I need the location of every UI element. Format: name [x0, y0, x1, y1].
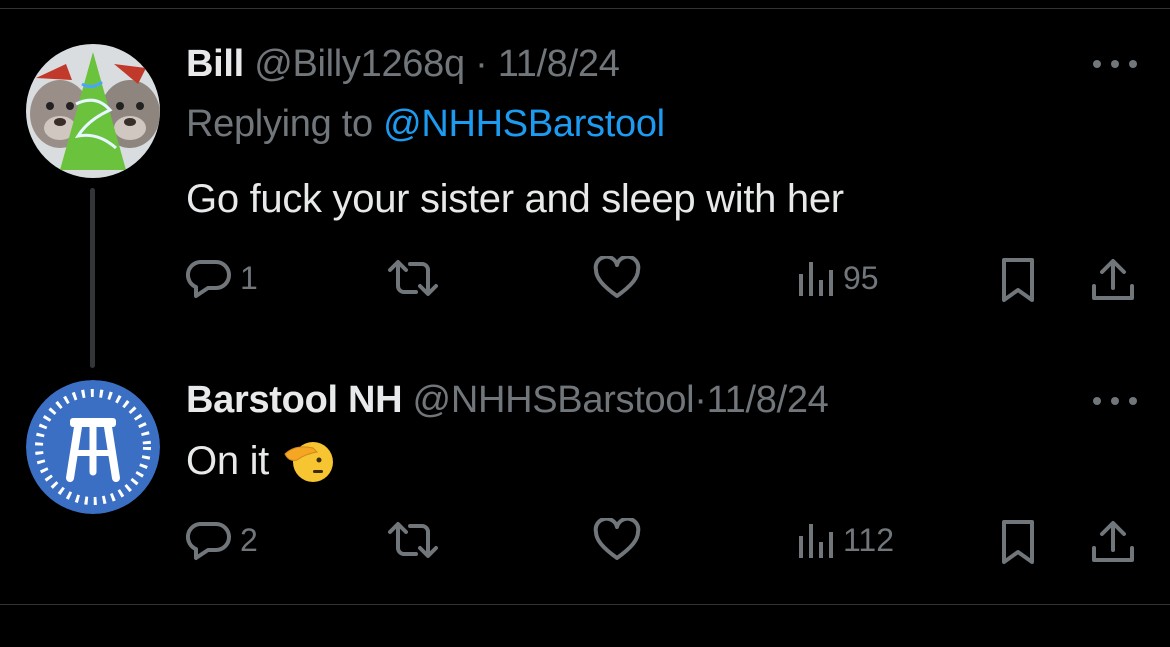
- view-count: 112: [843, 521, 895, 558]
- retweet-icon: [388, 260, 438, 296]
- reply-icon: [186, 260, 231, 298]
- retweet-button[interactable]: [384, 256, 442, 300]
- user-handle[interactable]: @NHHSBarstool: [413, 379, 695, 421]
- like-button[interactable]: [593, 256, 641, 300]
- share-icon: [1092, 259, 1134, 300]
- bottom-divider: [0, 604, 1170, 605]
- separator-dot: ·: [475, 43, 488, 85]
- bookmark-icon: [1002, 258, 1034, 302]
- views-chart-icon: [799, 524, 833, 558]
- more-dots-icon[interactable]: [1093, 391, 1137, 411]
- reply-button[interactable]: 2: [186, 518, 258, 562]
- display-name[interactable]: Bill: [186, 43, 244, 85]
- avatar-bill[interactable]: [26, 44, 160, 178]
- display-name[interactable]: Barstool NH: [186, 379, 403, 421]
- views-button[interactable]: 112: [795, 518, 894, 562]
- view-count: 95: [843, 259, 879, 296]
- saluting-face-emoji-icon: [283, 438, 333, 494]
- tweet-text-row: On it: [186, 438, 333, 494]
- replying-to-label: Replying to: [186, 103, 384, 145]
- bookmark-button[interactable]: [998, 518, 1038, 566]
- retweet-button[interactable]: [384, 518, 442, 562]
- views-button[interactable]: 95: [795, 256, 879, 300]
- tweet-header: Bill @Billy1268q · 11/8/24: [186, 42, 620, 86]
- more-dots-icon[interactable]: [1093, 54, 1137, 74]
- separator-dot: ·: [694, 379, 707, 421]
- tweet-text: On it: [186, 439, 269, 483]
- top-divider: [0, 8, 1170, 9]
- reply-icon: [186, 522, 231, 560]
- thread-connector-line: [90, 188, 95, 368]
- like-button[interactable]: [593, 518, 641, 562]
- tweet-date[interactable]: 11/8/24: [707, 379, 829, 421]
- reply-count: 2: [240, 521, 258, 558]
- reply-count: 1: [240, 259, 258, 296]
- tweet-date[interactable]: 11/8/24: [498, 43, 620, 85]
- user-handle[interactable]: @Billy1268q: [254, 43, 465, 85]
- replying-to-line: Replying to @NHHSBarstool: [186, 102, 665, 146]
- bookmark-button[interactable]: [998, 256, 1038, 304]
- replying-to-mention-link[interactable]: @NHHSBarstool: [383, 103, 665, 145]
- retweet-icon: [388, 522, 438, 558]
- heart-icon: [593, 518, 641, 560]
- reply-button[interactable]: 1: [186, 256, 258, 300]
- share-icon: [1092, 521, 1134, 562]
- tweet-header: Barstool NH @NHHSBarstool·11/8/24: [186, 378, 829, 422]
- views-chart-icon: [799, 262, 833, 296]
- share-button[interactable]: [1090, 518, 1136, 566]
- tweet-text: Go fuck your sister and sleep with her: [186, 177, 844, 221]
- avatar-barstool-nh[interactable]: [26, 380, 160, 514]
- bookmark-icon: [1002, 520, 1034, 564]
- heart-icon: [593, 256, 641, 298]
- share-button[interactable]: [1090, 256, 1136, 304]
